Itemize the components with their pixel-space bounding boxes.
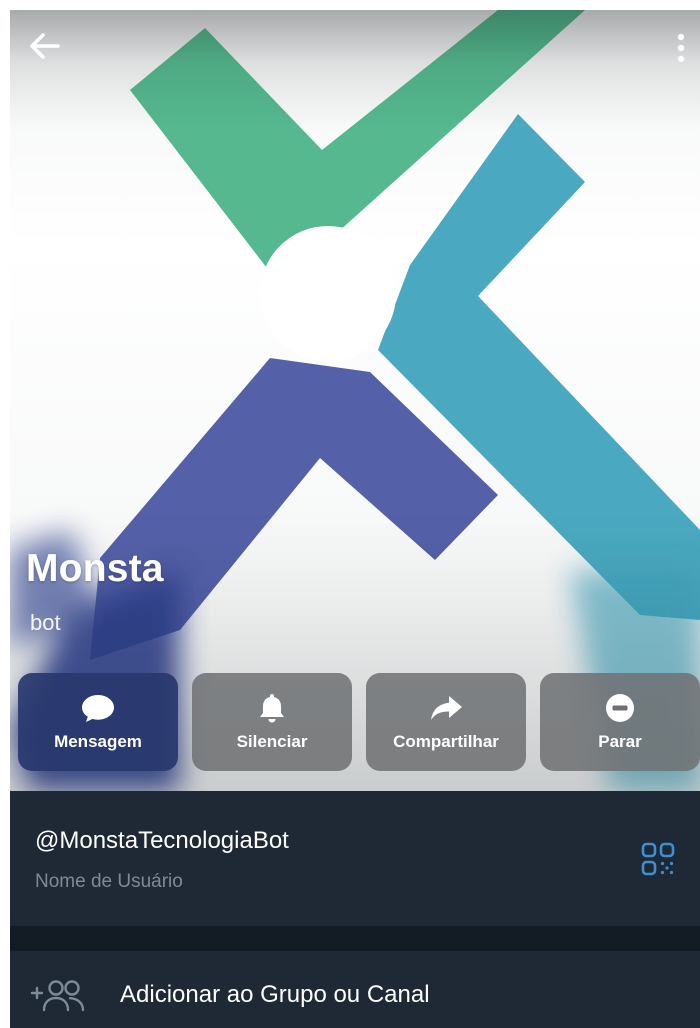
mute-button-label: Silenciar [236,732,308,751]
message-bubble-icon [80,692,116,724]
share-button-label: Compartilhar [393,732,499,751]
section-divider [10,926,700,951]
add-to-group-label: Adicionar ao Grupo ou Canal [120,981,430,1008]
qr-code-button[interactable] [640,841,676,877]
share-arrow-icon [429,692,463,724]
username-section[interactable]: @MonstaTecnologiaBot Nome de Usuário [10,791,700,926]
arrow-left-icon [30,33,60,59]
action-buttons: Mensagem Silenciar Compartilhar Parar [18,673,700,771]
message-button[interactable]: Mensagem [18,673,178,771]
bot-profile-screen: Monsta bot Mensagem Silenciar Compartilh… [0,0,700,1028]
back-button[interactable] [24,26,64,66]
stop-button-label: Parar [598,732,642,751]
qr-code-icon [641,842,675,876]
profile-name: Monsta [26,547,164,590]
stop-minus-icon [604,692,636,724]
add-to-group-button[interactable]: Adicionar ao Grupo ou Canal [10,951,700,1028]
username-caption: Nome de Usuário [35,871,183,892]
header-shade [10,10,700,130]
bell-icon [258,692,286,724]
share-button[interactable]: Compartilhar [366,673,526,771]
stop-button[interactable]: Parar [540,673,700,771]
profile-status: bot [30,610,61,635]
more-vertical-icon [677,33,685,63]
profile-header: Monsta bot Mensagem Silenciar Compartilh… [10,10,700,791]
username-value: @MonstaTecnologiaBot [35,827,289,854]
add-users-icon [30,980,85,1012]
mute-button[interactable]: Silenciar [192,673,352,771]
message-button-label: Mensagem [54,732,142,751]
more-options-button[interactable] [666,26,696,70]
logo-center-circle [260,226,396,362]
